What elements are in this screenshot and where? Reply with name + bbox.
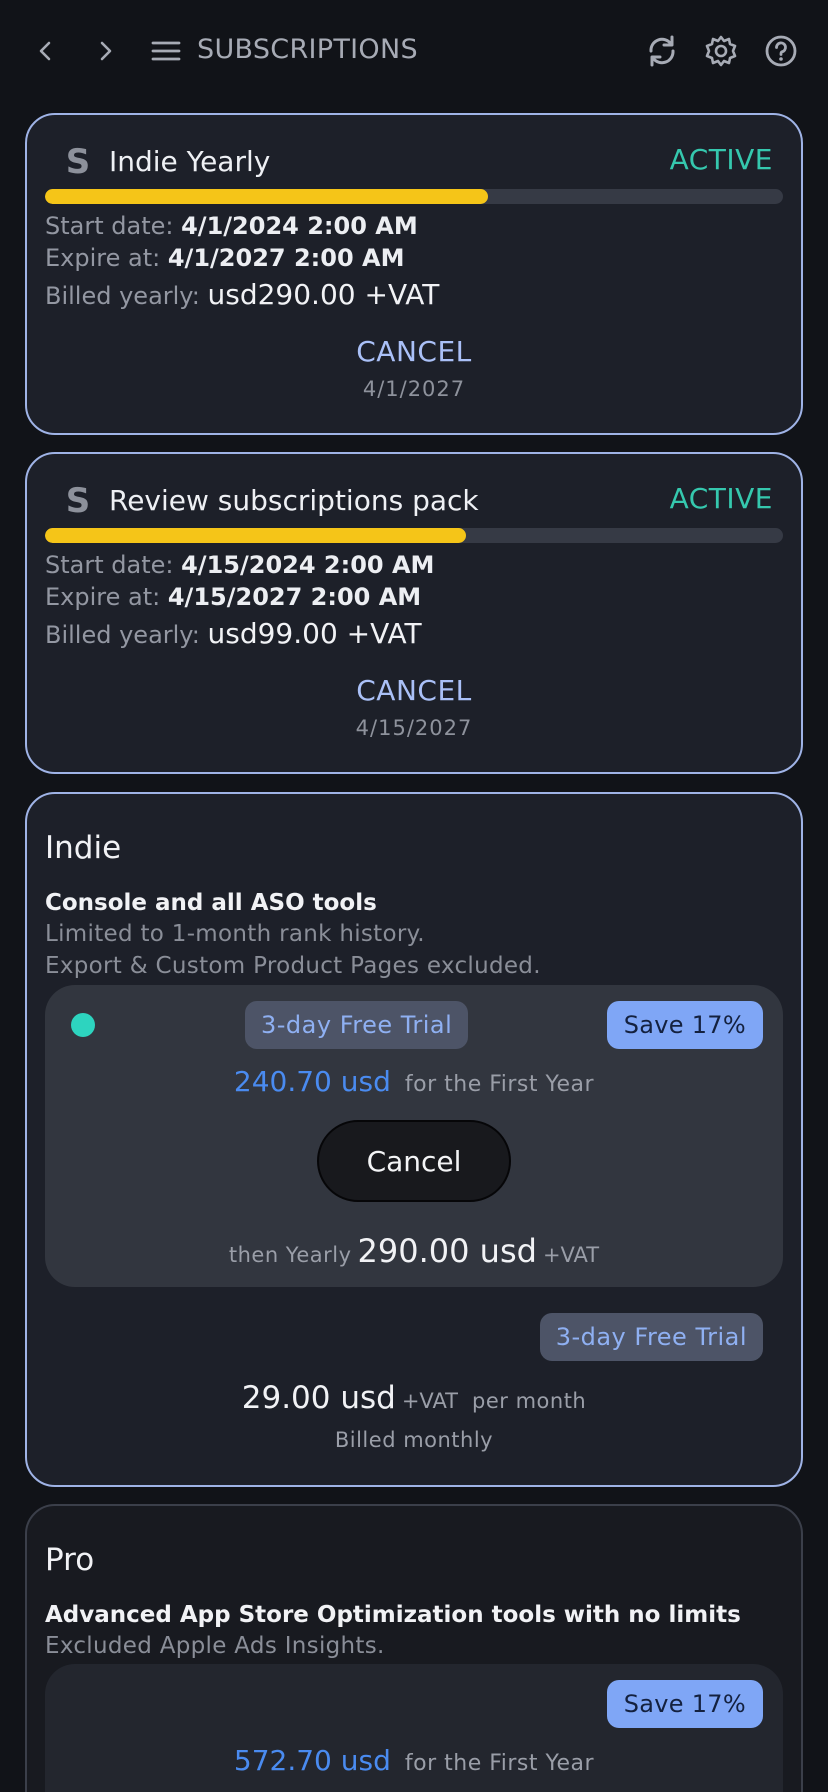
expire-date-value: 4/15/2027 2:00 AM [167, 583, 422, 611]
plan-subtitle: Console and all ASO tools [45, 890, 377, 916]
expire-date: Expire at: 4/1/2027 2:00 AM [45, 244, 404, 272]
start-date-value: 4/15/2024 2:00 AM [181, 551, 435, 579]
renewal-price: then Yearly 290.00 usd +VAT [45, 1232, 783, 1270]
back-icon[interactable] [23, 28, 69, 74]
start-date: Start date: 4/1/2024 2:00 AM [45, 212, 418, 240]
menu-icon[interactable] [143, 28, 189, 74]
refresh-icon[interactable] [639, 28, 685, 74]
first-year-price: 240.70 usd for the First Year [45, 1065, 783, 1098]
save-badge: Save 17% [606, 1001, 763, 1049]
help-icon[interactable] [758, 28, 804, 74]
first-year-amount: 240.70 usd [233, 1065, 391, 1098]
expire-date-label: Expire at: [45, 244, 161, 272]
status-badge: ACTIVE [669, 482, 773, 515]
plan-card-pro: Pro Advanced App Store Optimization tool… [25, 1504, 803, 1792]
plan-note: Limited to 1-month rank history. [45, 921, 425, 947]
cancel-date: 4/15/2027 [355, 716, 473, 740]
expire-date-label: Expire at: [45, 583, 161, 611]
subscription-header: S Review subscriptions pack [65, 480, 479, 520]
trial-badge: 3-day Free Trial [539, 1313, 763, 1361]
renewal-label: then Yearly [228, 1243, 352, 1267]
start-date-label: Start date: [45, 212, 174, 240]
save-badge: Save 17% [606, 1680, 763, 1728]
billing-value: usd290.00 +VAT [207, 278, 440, 311]
monthly-amount: 29.00 usd [241, 1380, 396, 1416]
billing-info: Billed yearly: usd290.00 +VAT [45, 278, 439, 311]
per-month-label: per month [472, 1389, 587, 1413]
plan-title: Indie [45, 830, 122, 866]
forward-icon[interactable] [82, 28, 128, 74]
cancel-button[interactable]: Cancel [317, 1120, 511, 1202]
first-year-price: 572.70 usd for the First Year [45, 1744, 783, 1777]
progress-fill [45, 528, 466, 543]
billing-info: Billed yearly: usd99.00 +VAT [45, 617, 422, 650]
cancel-subscription-link[interactable]: CANCEL [27, 674, 801, 707]
svg-text:S: S [66, 144, 91, 178]
subscription-logo-icon: S [65, 143, 91, 179]
subscription-name: Review subscriptions pack [109, 483, 479, 517]
billing-value: usd99.00 +VAT [207, 617, 422, 650]
top-bar: SUBSCRIPTIONS [0, 0, 828, 104]
plan-card-indie: Indie Console and all ASO tools Limited … [25, 792, 803, 1487]
monthly-price[interactable]: 29.00 usd +VAT per month [27, 1380, 801, 1416]
selected-radio-icon[interactable] [71, 1013, 95, 1037]
plan-title: Pro [45, 1542, 95, 1578]
start-date-value: 4/1/2024 2:00 AM [181, 212, 418, 240]
yearly-offer-option[interactable]: Save 17% 572.70 usd for the First Year [45, 1664, 783, 1792]
start-date-label: Start date: [45, 551, 174, 579]
expire-date: Expire at: 4/15/2027 2:00 AM [45, 583, 421, 611]
first-year-label: for the First Year [404, 1751, 595, 1776]
subscription-card: S Indie Yearly ACTIVE Start date: 4/1/20… [25, 113, 803, 435]
settings-icon[interactable] [698, 28, 744, 74]
svg-text:S: S [66, 483, 91, 517]
first-year-amount: 572.70 usd [233, 1744, 391, 1777]
renewal-amount: 290.00 usd [357, 1232, 537, 1270]
progress-fill [45, 189, 488, 204]
billed-monthly-label: Billed monthly [334, 1428, 494, 1452]
cancel-subscription-link[interactable]: CANCEL [27, 335, 801, 368]
page-title: SUBSCRIPTIONS [197, 34, 418, 65]
status-badge: ACTIVE [669, 143, 773, 176]
subscription-card: S Review subscriptions pack ACTIVE Start… [25, 452, 803, 774]
cancel-date: 4/1/2027 [362, 377, 466, 401]
vat-label: +VAT [542, 1243, 600, 1267]
billing-label: Billed yearly: [45, 282, 200, 310]
subscription-name: Indie Yearly [109, 144, 271, 178]
subscription-progress-bar [45, 189, 783, 204]
expire-date-value: 4/1/2027 2:00 AM [167, 244, 405, 272]
subscription-progress-bar [45, 528, 783, 543]
billing-label: Billed yearly: [45, 621, 200, 649]
subscription-logo-icon: S [65, 482, 91, 518]
vat-label: +VAT [401, 1389, 459, 1413]
first-year-label: for the First Year [404, 1072, 595, 1097]
yearly-offer-option[interactable]: 3-day Free Trial Save 17% 240.70 usd for … [45, 985, 783, 1287]
plan-note: Export & Custom Product Pages excluded. [45, 953, 541, 979]
plan-subtitle: Advanced App Store Optimization tools wi… [45, 1602, 741, 1628]
plan-note: Excluded Apple Ads Insights. [45, 1633, 385, 1659]
trial-badge: 3-day Free Trial [245, 1001, 469, 1049]
start-date: Start date: 4/15/2024 2:00 AM [45, 551, 434, 579]
subscription-header: S Indie Yearly [65, 141, 271, 181]
